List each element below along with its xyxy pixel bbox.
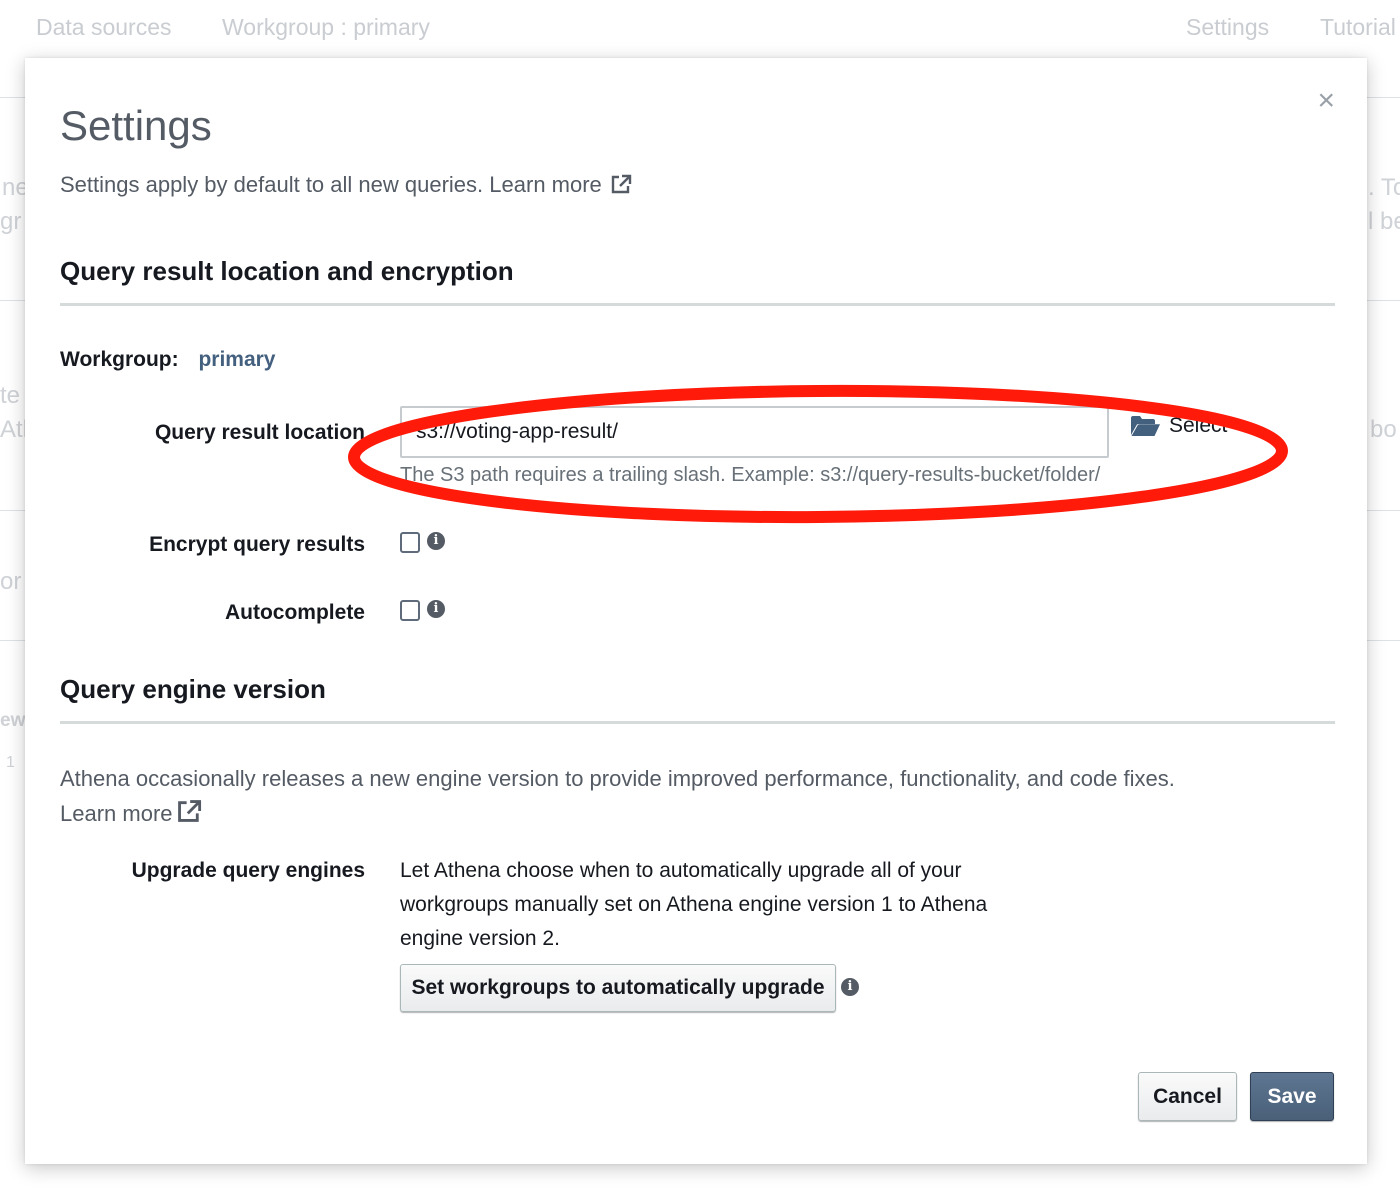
nav-settings[interactable]: Settings <box>1186 14 1269 41</box>
upgrade-query-engines-label: Upgrade query engines <box>131 859 365 882</box>
background-text-fragment: l be <box>1368 208 1400 235</box>
engine-learn-more-label: Learn more <box>60 801 173 826</box>
select-location-button[interactable]: Select <box>1130 414 1227 438</box>
background-divider <box>1367 640 1400 641</box>
background-divider <box>1367 300 1400 301</box>
cancel-button[interactable]: Cancel <box>1138 1072 1237 1121</box>
learn-more-link[interactable]: Learn more <box>489 172 632 197</box>
engine-description-text: Athena occasionally releases a new engin… <box>60 766 1175 791</box>
set-auto-upgrade-button[interactable]: Set workgroups to automatically upgrade <box>400 964 836 1012</box>
select-label: Select <box>1169 414 1228 437</box>
background-divider <box>0 640 25 641</box>
nav-tutorial[interactable]: Tutorial <box>1320 14 1396 41</box>
external-link-icon <box>611 174 631 194</box>
section-divider <box>60 721 1335 724</box>
modal-title: Settings <box>60 102 212 149</box>
upgrade-description: Let Athena choose when to automatically … <box>400 859 988 950</box>
location-hint: The S3 path requires a trailing slash. E… <box>400 464 1101 486</box>
nav-workgroup[interactable]: Workgroup : primary <box>222 14 430 41</box>
autocomplete-label: Autocomplete <box>224 601 365 624</box>
background-divider <box>1367 97 1400 98</box>
info-icon[interactable]: i <box>841 978 859 996</box>
background-text-fragment: ew <box>0 710 26 731</box>
folder-open-icon <box>1131 416 1160 436</box>
section-divider <box>60 303 1335 306</box>
background-text-fragment: te <box>0 382 21 409</box>
background-text-fragment: . To <box>1368 174 1400 201</box>
query-result-location-input[interactable] <box>400 406 1109 458</box>
engine-description: Athena occasionally releases a new engin… <box>60 761 1320 831</box>
info-icon[interactable]: i <box>427 600 445 618</box>
background-divider <box>0 300 25 301</box>
workgroup-value: primary <box>198 348 276 371</box>
nav-data-sources[interactable]: Data sources <box>36 14 172 41</box>
encrypt-checkbox[interactable] <box>400 532 420 553</box>
workgroup-row: Workgroup: primary <box>60 348 276 372</box>
save-button[interactable]: Save <box>1250 1072 1334 1121</box>
section-heading-engine-version: Query engine version <box>60 674 326 704</box>
external-link-icon <box>177 800 201 822</box>
learn-more-label: Learn more <box>489 172 602 197</box>
background-text-fragment: gr <box>0 208 22 235</box>
background-top-nav: Data sources Workgroup : primary Setting… <box>0 0 1400 58</box>
background-divider <box>1367 510 1400 511</box>
modal-subtitle: Settings apply by default to all new que… <box>60 172 632 198</box>
section-heading-result-location: Query result location and encryption <box>60 256 514 286</box>
background-text-fragment: or <box>0 568 22 595</box>
settings-modal: × Settings Settings apply by default to … <box>25 58 1367 1164</box>
background-text-fragment: 1 <box>6 754 15 771</box>
query-result-location-label: Query result location <box>154 421 365 444</box>
engine-learn-more-link[interactable]: Learn more <box>60 800 202 826</box>
background-divider <box>0 510 25 511</box>
close-icon[interactable]: × <box>1317 86 1335 116</box>
workgroup-label: Workgroup: <box>60 348 179 371</box>
background-text-fragment: bo <box>1370 416 1397 443</box>
background-divider <box>0 97 25 98</box>
autocomplete-checkbox[interactable] <box>400 600 420 621</box>
subtitle-text: Settings apply by default to all new que… <box>60 172 484 197</box>
encrypt-label: Encrypt query results <box>149 533 365 556</box>
info-icon[interactable]: i <box>427 532 445 550</box>
